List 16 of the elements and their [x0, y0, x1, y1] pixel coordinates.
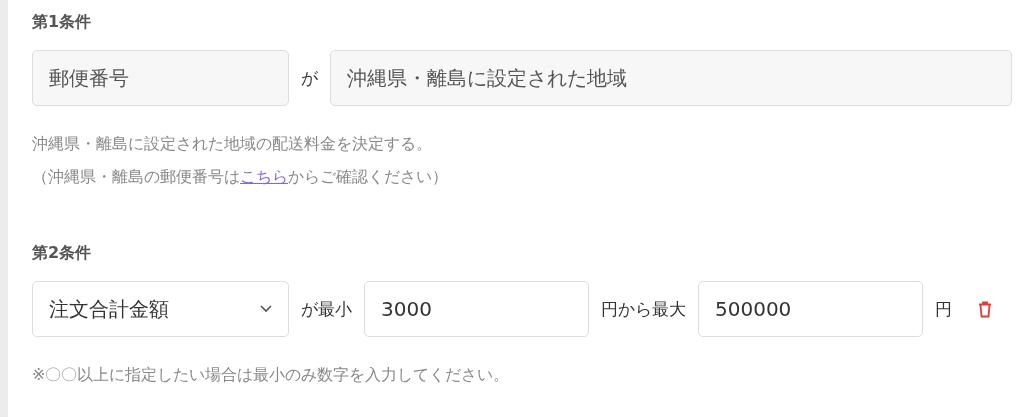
delete-button[interactable] — [978, 300, 992, 318]
link[interactable]: こちら — [240, 167, 288, 186]
connector-label: が — [301, 66, 318, 90]
connector-label: 円から最大 — [601, 297, 686, 321]
condition-heading: 第2条件 — [32, 242, 92, 264]
connector-label: が最小 — [301, 297, 352, 321]
help-text: 沖縄県・離島に設定された地域の配送料金を決定する。 — [32, 133, 432, 155]
trash-icon — [978, 300, 992, 318]
chevron-down-icon — [260, 305, 272, 313]
condition-heading: 第1条件 — [32, 11, 92, 33]
input-field[interactable]: 500000 — [698, 281, 923, 337]
input-field[interactable]: 3000 — [364, 281, 589, 337]
help-text: ※〇〇以上に指定したい場合は最小のみ数字を入力してください。 — [32, 364, 510, 386]
connector-label: 円 — [935, 297, 952, 321]
dropdown[interactable]: 注文合計金額 — [32, 281, 289, 337]
help-text: （沖縄県・離島の郵便番号はこちらからご確認ください） — [32, 166, 448, 188]
